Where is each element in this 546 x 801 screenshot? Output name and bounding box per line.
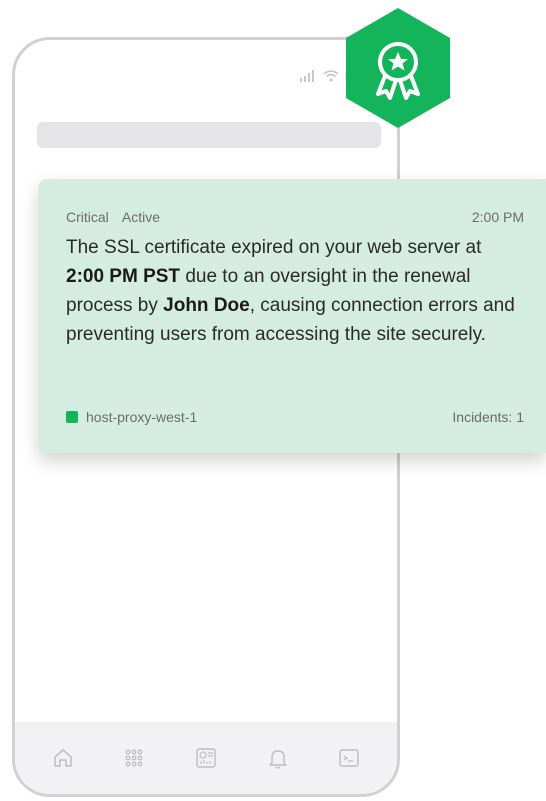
host-tag[interactable]: host-proxy-west-1 [66,409,197,425]
apps-grid-icon [125,749,143,767]
tab-notifications[interactable] [264,744,292,772]
incident-count: Incidents: 1 [452,409,524,425]
alert-card[interactable]: Critical Active 2:00 PM The SSL certific… [38,179,546,453]
tab-terminal[interactable] [335,744,363,772]
state-label: Active [121,209,161,225]
alert-time: 2:00 PM [471,209,524,225]
message-text: The SSL certificate expired on your web … [66,237,482,258]
dashboard-icon [196,748,216,768]
message-person-emphasis: John Doe [163,295,250,316]
home-icon [54,749,72,767]
bottom-tab-bar [15,722,397,794]
award-badge [344,6,452,130]
host-status-dot [66,411,78,423]
terminal-icon [339,749,359,767]
severity-label: Critical [66,209,109,225]
bell-icon [268,750,287,769]
search-bar-placeholder[interactable] [37,122,381,148]
wifi-icon [323,70,339,82]
message-time-emphasis: 2:00 PM PST [66,266,181,287]
alert-message: The SSL certificate expired on your web … [66,233,516,349]
host-name: host-proxy-west-1 [86,409,198,425]
tab-apps[interactable] [120,744,148,772]
alert-meta: Critical Active 2:00 PM [66,209,524,225]
award-ribbon-icon [346,8,450,128]
alert-footer: host-proxy-west-1 Incidents: 1 [66,409,524,425]
signal-icon [300,70,314,82]
tab-home[interactable] [49,744,77,772]
tab-dashboard[interactable] [192,744,220,772]
